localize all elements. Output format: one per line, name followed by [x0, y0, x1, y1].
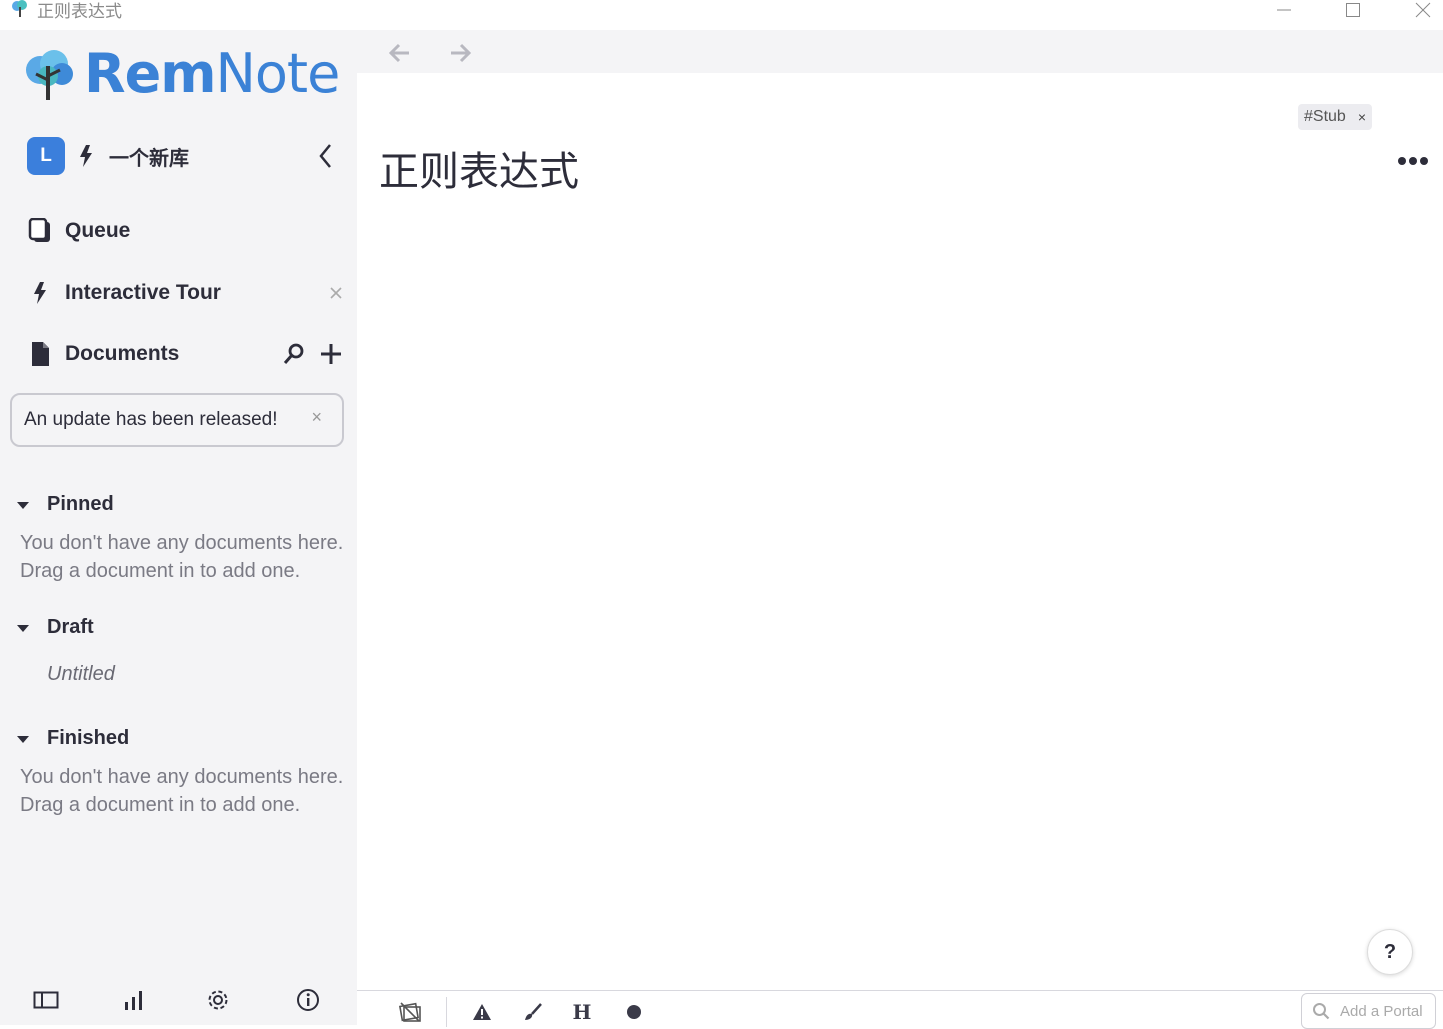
settings-icon[interactable] — [203, 985, 233, 1015]
search-icon[interactable] — [283, 343, 305, 365]
forward-arrow-icon[interactable] — [447, 40, 473, 66]
list-item[interactable]: Untitled — [47, 663, 115, 686]
sidebar: RemNote L 一个新库 Queue Interactive Tour Do… — [0, 30, 357, 1025]
remnote-logo[interactable]: RemNote — [22, 42, 340, 105]
editor-toolbar: H Add a Portal — [357, 990, 1443, 1029]
tree-logo-icon — [26, 49, 73, 100]
maximize-icon — [1346, 3, 1360, 17]
empty-line: Drag a document in to add one. — [20, 560, 301, 582]
heading-icon[interactable]: H — [569, 999, 595, 1025]
window-title: 正则表达式 — [37, 2, 122, 22]
remnote-app-icon — [12, 0, 27, 17]
section-pinned-header[interactable]: Pinned — [16, 493, 114, 516]
sidebar-toggle-icon[interactable] — [31, 985, 61, 1015]
sidebar-item-label: Queue — [65, 219, 131, 242]
update-banner-text: An update has been released! — [24, 409, 278, 430]
bolt-icon — [80, 145, 92, 167]
back-arrow-icon[interactable] — [387, 40, 413, 66]
remove-tag-icon[interactable]: × — [1358, 109, 1366, 125]
sidebar-bottom-bar — [0, 985, 357, 1025]
section-label: Draft — [47, 616, 94, 638]
queue-icon — [28, 218, 52, 244]
sidebar-item-label: Documents — [65, 342, 180, 365]
section-finished-header[interactable]: Finished — [16, 727, 129, 750]
caret-down-icon — [17, 735, 29, 743]
stats-icon[interactable] — [118, 985, 148, 1015]
close-icon — [1415, 2, 1431, 18]
add-document-icon[interactable] — [319, 342, 343, 366]
document-icon — [28, 341, 52, 367]
help-button[interactable]: ? — [1367, 929, 1413, 975]
window-titlebar: 正则表达式 — [0, 0, 1443, 30]
close-icon[interactable]: × — [311, 407, 322, 428]
section-draft-header[interactable]: Draft — [16, 616, 94, 639]
logo-note-text: Note — [215, 42, 340, 105]
caret-down-icon — [17, 624, 29, 632]
add-portal-label: Add a Portal — [1340, 1002, 1423, 1020]
info-icon[interactable] — [293, 985, 323, 1015]
empty-line: You don't have any documents here. — [20, 766, 344, 788]
more-options-icon[interactable] — [1397, 153, 1429, 169]
bolt-icon — [28, 280, 52, 306]
toolbar-divider — [446, 997, 447, 1027]
empty-line: You don't have any documents here. — [20, 532, 344, 554]
kb-name[interactable]: 一个新库 — [109, 142, 189, 171]
caret-down-icon — [17, 501, 29, 509]
sidebar-item-queue[interactable]: Queue — [28, 213, 343, 249]
empty-line: Drag a document in to add one. — [20, 794, 301, 816]
kb-avatar[interactable]: L — [27, 137, 65, 175]
sidebar-item-documents[interactable]: Documents — [28, 336, 343, 372]
maximize-button[interactable] — [1330, 0, 1376, 20]
brush-icon[interactable] — [520, 999, 546, 1025]
update-banner[interactable]: An update has been released! × — [10, 393, 344, 447]
close-window-button[interactable] — [1400, 0, 1443, 20]
flashcard-icon[interactable] — [397, 999, 423, 1025]
page-title[interactable]: 正则表达式 — [379, 139, 579, 197]
circle-icon[interactable] — [621, 999, 647, 1025]
sidebar-item-interactive-tour[interactable]: Interactive Tour — [28, 275, 343, 311]
close-tour-icon[interactable] — [329, 286, 343, 300]
navigation-bar — [357, 30, 1443, 73]
add-portal-button[interactable]: Add a Portal — [1301, 993, 1436, 1029]
search-icon — [1313, 1003, 1330, 1020]
minimize-icon — [1277, 9, 1291, 11]
tag-label: #Stub — [1304, 108, 1346, 125]
knowledge-base-switcher[interactable]: L 一个新库 — [27, 137, 342, 175]
logo-rem-text: Rem — [84, 42, 216, 105]
minimize-button[interactable] — [1261, 0, 1307, 20]
section-label: Finished — [47, 727, 130, 749]
section-label: Pinned — [47, 493, 114, 515]
sidebar-item-label: Interactive Tour — [65, 281, 221, 304]
tag-chip[interactable]: #Stub × — [1298, 104, 1372, 130]
document-editor: #Stub × 正则表达式 ? — [357, 73, 1443, 990]
finished-empty-text: You don't have any documents here. Drag … — [20, 763, 360, 819]
pinned-empty-text: You don't have any documents here. Drag … — [20, 529, 360, 585]
warning-icon[interactable] — [469, 999, 495, 1025]
collapse-sidebar-icon[interactable] — [316, 141, 336, 171]
